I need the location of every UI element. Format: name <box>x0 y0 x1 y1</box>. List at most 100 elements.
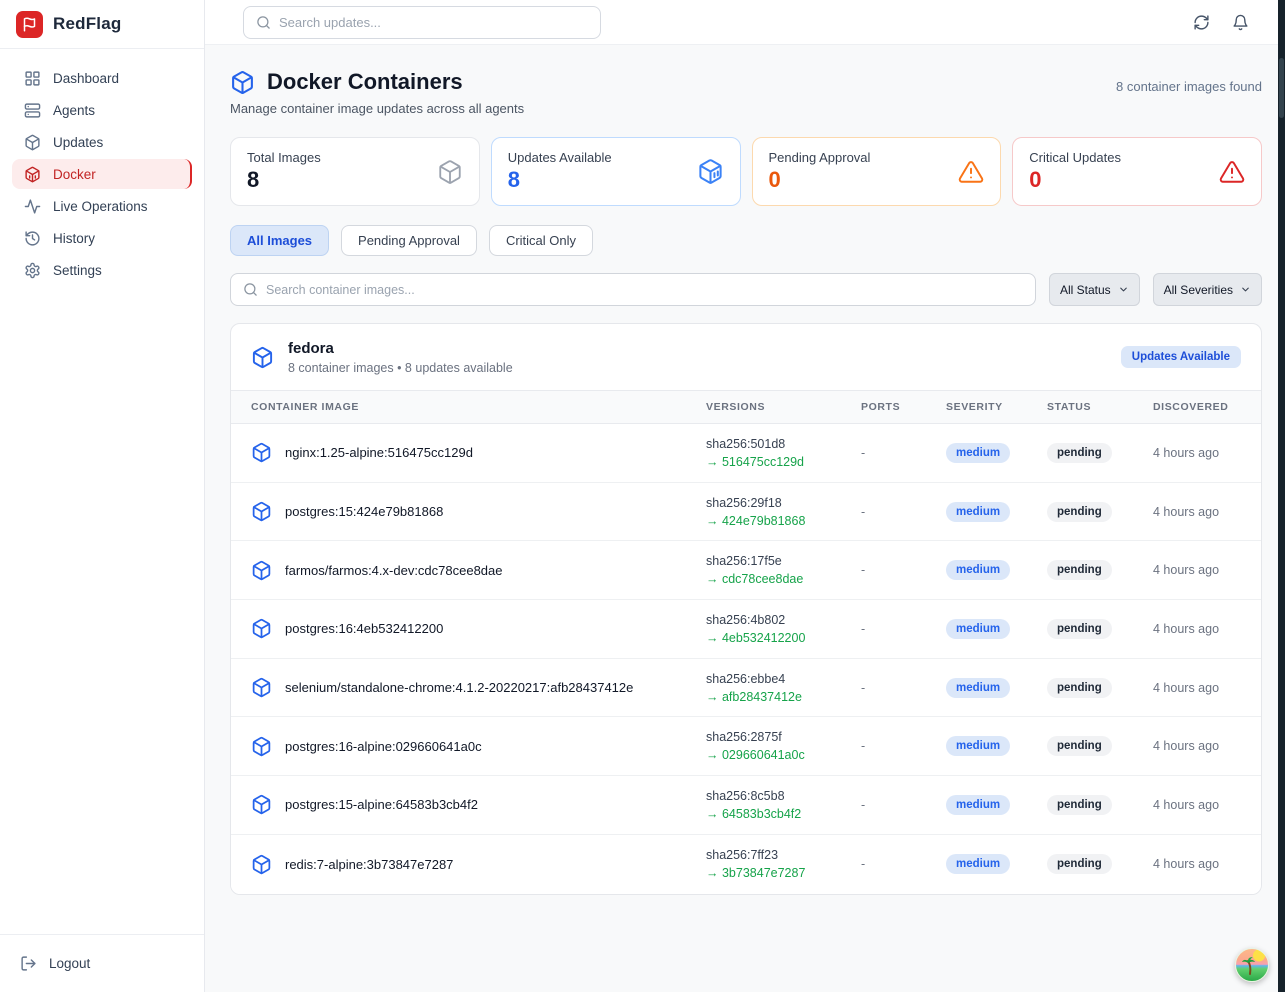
refresh-icon[interactable] <box>1193 14 1210 31</box>
stat-label: Updates Available <box>508 150 612 165</box>
container-icon <box>230 70 255 95</box>
brand-logo <box>16 11 43 38</box>
new-version: → 029660641a0c <box>706 748 861 762</box>
current-version: sha256:501d8 <box>706 437 861 451</box>
current-version: sha256:8c5b8 <box>706 789 861 803</box>
arrow-icon: → <box>706 866 719 880</box>
table-row[interactable]: postgres:15-alpine:64583b3cb4f2 sha256:8… <box>231 776 1261 835</box>
stat-label: Pending Approval <box>769 150 871 165</box>
severity-badge: medium <box>946 560 1010 580</box>
scrollbar[interactable] <box>1278 0 1285 992</box>
container-icon <box>251 346 274 369</box>
filter-pending-approval[interactable]: Pending Approval <box>341 225 477 256</box>
table-row[interactable]: nginx:1.25-alpine:516475cc129d sha256:50… <box>231 424 1261 483</box>
stat-value: 8 <box>247 167 321 193</box>
status-filter-value: All Status <box>1060 283 1111 297</box>
global-search-input[interactable] <box>279 15 588 30</box>
filter-critical-only[interactable]: Critical Only <box>489 225 593 256</box>
sidebar-item-live-operations[interactable]: Live Operations <box>12 191 192 221</box>
arrow-icon: → <box>706 690 719 704</box>
arrow-icon: → <box>706 572 719 586</box>
updates-icon <box>24 134 41 151</box>
table-row[interactable]: postgres:15:424e79b81868 sha256:29f18 → … <box>231 483 1261 542</box>
severity-badge: medium <box>946 443 1010 463</box>
container-image-name: selenium/standalone-chrome:4.1.2-2022021… <box>285 680 633 695</box>
search-icon <box>243 282 258 297</box>
container-icon <box>251 677 272 698</box>
island-emoji-button[interactable] <box>1235 948 1269 982</box>
table-row[interactable]: postgres:16:4eb532412200 sha256:4b802 → … <box>231 600 1261 659</box>
notifications-bell-icon[interactable] <box>1232 14 1249 31</box>
column-header-versions: Versions <box>706 401 861 413</box>
container-image-name: postgres:15:424e79b81868 <box>285 504 443 519</box>
sidebar-item-history[interactable]: History <box>12 223 192 253</box>
status-filter-select[interactable]: All Status <box>1049 273 1140 306</box>
column-header-severity: Severity <box>946 401 1047 413</box>
status-badge: pending <box>1047 795 1112 815</box>
arrow-icon: → <box>706 807 719 821</box>
content-area: Docker Containers Manage container image… <box>205 45 1285 992</box>
container-image-name: redis:7-alpine:3b73847e7287 <box>285 857 453 872</box>
stat-value: 0 <box>1029 167 1121 193</box>
status-badge: pending <box>1047 443 1112 463</box>
global-search[interactable] <box>243 6 601 39</box>
ports-value: - <box>861 563 946 577</box>
container-icon <box>251 442 272 463</box>
discovered-value: 4 hours ago <box>1153 739 1241 753</box>
sidebar-footer: Logout <box>0 934 204 992</box>
discovered-value: 4 hours ago <box>1153 622 1241 636</box>
image-search-input[interactable] <box>266 283 1023 297</box>
filter-tabs: All Images Pending Approval Critical Onl… <box>230 225 1262 256</box>
status-badge: pending <box>1047 560 1112 580</box>
logout-button[interactable]: Logout <box>16 949 188 978</box>
settings-icon <box>24 262 41 279</box>
sidebar-item-settings[interactable]: Settings <box>12 255 192 285</box>
table-row[interactable]: redis:7-alpine:3b73847e7287 sha256:7ff23… <box>231 835 1261 894</box>
sidebar-item-dashboard[interactable]: Dashboard <box>12 63 192 93</box>
package-icon <box>437 159 463 185</box>
history-icon <box>24 230 41 247</box>
stat-card-total-images: Total Images 8 <box>230 137 480 206</box>
filter-all-images[interactable]: All Images <box>230 225 329 256</box>
images-found-count: 8 container images found <box>1116 79 1262 94</box>
discovered-value: 4 hours ago <box>1153 798 1241 812</box>
stat-card-pending-approval: Pending Approval 0 <box>752 137 1002 206</box>
new-version: → 4eb532412200 <box>706 631 861 645</box>
table-row[interactable]: postgres:16-alpine:029660641a0c sha256:2… <box>231 717 1261 776</box>
table-row[interactable]: selenium/standalone-chrome:4.1.2-2022021… <box>231 659 1261 718</box>
stats-row: Total Images 8 Updates Available 8 Pen <box>230 137 1262 206</box>
container-icon <box>251 794 272 815</box>
table-row[interactable]: farmos/farmos:4.x-dev:cdc78cee8dae sha25… <box>231 541 1261 600</box>
sidebar-item-label: Dashboard <box>53 71 119 86</box>
sidebar-item-label: Docker <box>53 167 96 182</box>
severity-filter-select[interactable]: All Severities <box>1153 273 1262 306</box>
container-image-name: nginx:1.25-alpine:516475cc129d <box>285 445 473 460</box>
container-icon <box>251 560 272 581</box>
sidebar-item-agents[interactable]: Agents <box>12 95 192 125</box>
sidebar: RedFlag Dashboard Agents Updates Docker <box>0 0 205 992</box>
stat-value: 8 <box>508 167 612 193</box>
sidebar-nav: Dashboard Agents Updates Docker Live Ope… <box>0 49 204 299</box>
docker-icon <box>24 166 41 183</box>
container-icon <box>251 501 272 522</box>
scrollbar-thumb[interactable] <box>1279 58 1284 118</box>
stat-card-updates-available: Updates Available 8 <box>491 137 741 206</box>
current-version: sha256:4b802 <box>706 613 861 627</box>
severity-badge: medium <box>946 619 1010 639</box>
group-header: fedora 8 container images • 8 updates av… <box>231 324 1261 390</box>
severity-badge: medium <box>946 502 1010 522</box>
sidebar-item-docker[interactable]: Docker <box>12 159 192 189</box>
container-image-name: postgres:15-alpine:64583b3cb4f2 <box>285 797 478 812</box>
table-body: nginx:1.25-alpine:516475cc129d sha256:50… <box>231 424 1261 894</box>
sidebar-item-label: History <box>53 231 95 246</box>
image-search[interactable] <box>230 273 1036 306</box>
top-bar <box>205 0 1285 45</box>
search-icon <box>256 15 271 30</box>
discovered-value: 4 hours ago <box>1153 446 1241 460</box>
sidebar-item-updates[interactable]: Updates <box>12 127 192 157</box>
stat-label: Critical Updates <box>1029 150 1121 165</box>
ports-value: - <box>861 857 946 871</box>
arrow-icon: → <box>706 748 719 762</box>
dashboard-icon <box>24 70 41 87</box>
chevron-down-icon <box>1240 284 1251 295</box>
